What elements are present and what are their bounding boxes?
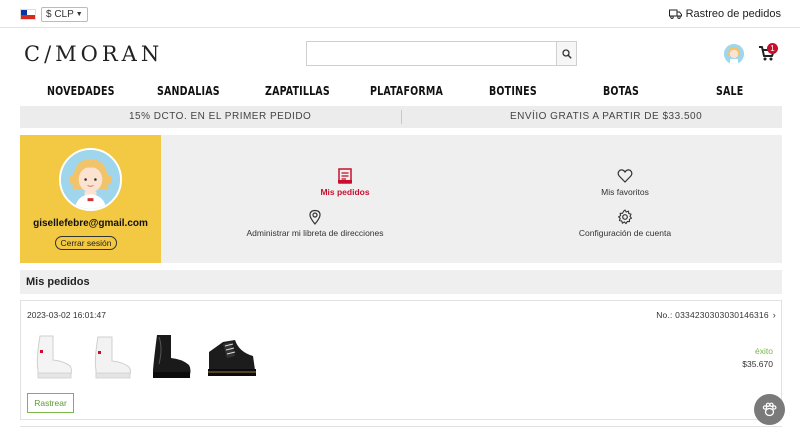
gear-icon xyxy=(618,209,633,225)
brand-logo[interactable]: C/MORAN xyxy=(24,42,163,66)
product-thumbnail-black-boot[interactable] xyxy=(145,330,197,382)
order-total: $35.670 xyxy=(742,359,773,369)
cart-count-badge: 1 xyxy=(767,43,778,54)
account-settings-link[interactable]: Configuración de cuenta xyxy=(565,209,685,238)
search-input[interactable] xyxy=(307,42,557,65)
account-settings-label: Configuración de cuenta xyxy=(578,228,672,238)
order-tracking-label: Rastreo de pedidos xyxy=(685,8,781,20)
order-number: No.: 0334230303030146316 xyxy=(656,310,769,320)
caret-down-icon: ▼ xyxy=(75,11,83,18)
nav-item-sale[interactable]: SALE xyxy=(716,84,743,98)
top-utility-bar: $ CLP ▼ Rastreo de pedidos xyxy=(0,0,800,28)
next-order-card-edge xyxy=(20,426,782,431)
girl-avatar-icon xyxy=(724,44,744,64)
order-card: 2023-03-02 16:01:47 No.: 033423030303014… xyxy=(20,300,782,420)
my-favorites-label: Mis favoritos xyxy=(601,187,649,197)
nav-item-botas[interactable]: BOTAS xyxy=(603,84,639,98)
orders-section-title: Mis pedidos xyxy=(20,270,782,294)
my-orders-label: Mis pedidos xyxy=(320,187,370,197)
nav-item-plataforma[interactable]: PLATAFORMA xyxy=(370,84,443,98)
girl-avatar-icon xyxy=(61,150,120,209)
search-icon xyxy=(561,48,572,59)
product-thumbnail-white-boot-2[interactable] xyxy=(84,330,136,382)
order-number-link[interactable]: No.: 0334230303030146316 › xyxy=(656,310,776,320)
promo-banner: 15% DCTO. EN EL PRIMER PEDIDO ENVÍIO GRA… xyxy=(20,106,782,128)
user-avatar[interactable] xyxy=(724,44,744,64)
truck-icon xyxy=(668,9,682,19)
currency-selector[interactable]: $ CLP ▼ xyxy=(41,7,88,22)
nav-item-sandalias[interactable]: SANDALIAS xyxy=(157,84,220,98)
promo-divider xyxy=(401,110,402,124)
search-button[interactable] xyxy=(556,42,576,65)
address-book-link[interactable]: Administrar mi libreta de direcciones xyxy=(230,209,400,238)
chevron-right-icon: › xyxy=(772,310,776,320)
profile-card: gisellefebre@gmail.com Cerrar sesión xyxy=(20,135,161,263)
promo-shipping-text: ENVÍIO GRATIS A PARTIR DE $33.500 xyxy=(510,111,703,122)
promo-discount-text: 15% DCTO. EN EL PRIMER PEDIDO xyxy=(129,111,312,122)
nav-item-botines[interactable]: BOTINES xyxy=(489,84,537,98)
address-book-label: Administrar mi libreta de direcciones xyxy=(246,228,384,238)
orders-icon xyxy=(338,168,352,184)
order-status: éxito xyxy=(755,346,773,356)
heart-icon xyxy=(617,169,633,183)
account-panel: gisellefebre@gmail.com Cerrar sesión Mis… xyxy=(20,135,782,263)
currency-label: $ CLP xyxy=(46,9,74,21)
cart-button[interactable]: 1 xyxy=(758,43,778,64)
nav-item-novedades[interactable]: NOVEDADES xyxy=(47,84,115,98)
product-thumbnail-black-lace-boot[interactable] xyxy=(205,330,257,382)
nav-item-zapatillas[interactable]: ZAPATILLAS xyxy=(265,84,330,98)
logout-button[interactable]: Cerrar sesión xyxy=(55,236,117,250)
location-pin-icon xyxy=(309,209,321,225)
my-orders-link[interactable]: Mis pedidos xyxy=(290,168,400,197)
my-favorites-link[interactable]: Mis favoritos xyxy=(565,168,685,197)
order-date: 2023-03-02 16:01:47 xyxy=(27,310,106,320)
product-thumbnail-white-boot-1[interactable] xyxy=(26,330,78,382)
help-widget-button[interactable] xyxy=(754,394,785,425)
paw-icon xyxy=(762,402,777,417)
order-tracking-link[interactable]: Rastreo de pedidos xyxy=(668,8,781,20)
search-bar xyxy=(306,41,577,66)
profile-avatar[interactable] xyxy=(59,148,122,211)
track-order-button[interactable]: Rastrear xyxy=(27,393,74,413)
user-email: gisellefebre@gmail.com xyxy=(33,218,148,229)
main-nav: NOVEDADES SANDALIAS ZAPATILLAS PLATAFORM… xyxy=(20,84,782,104)
chile-flag-icon[interactable] xyxy=(20,9,36,20)
